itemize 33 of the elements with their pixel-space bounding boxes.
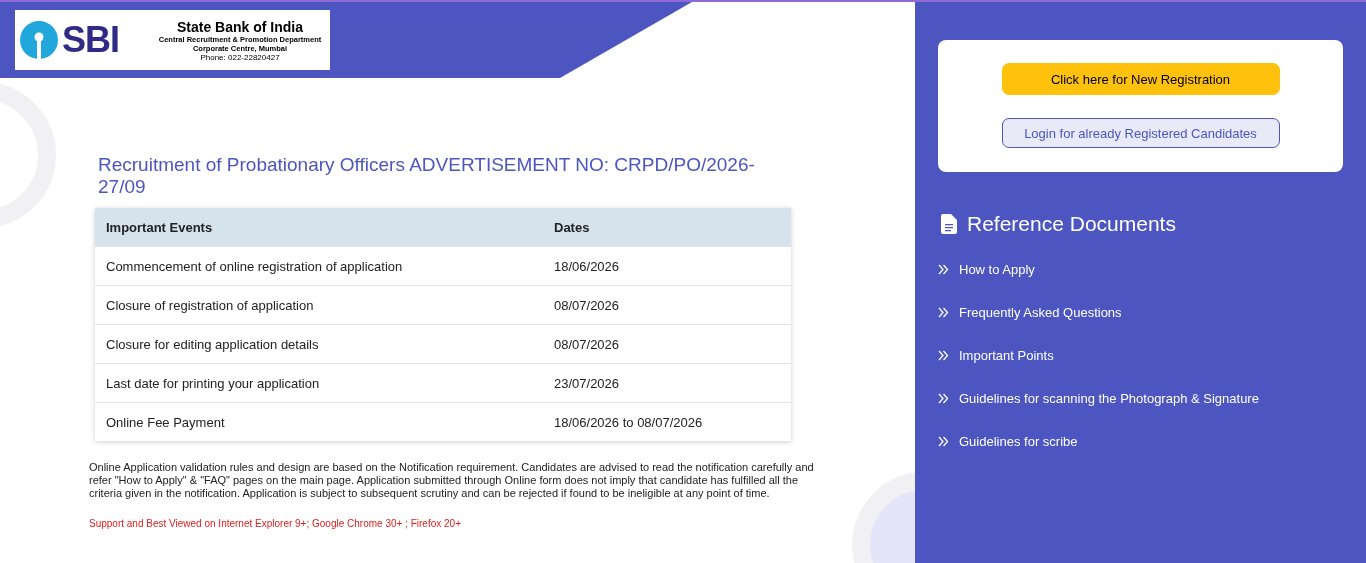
- logo-text: SBI: [62, 20, 119, 60]
- column-header: Important Events: [95, 208, 543, 247]
- document-icon: [941, 214, 957, 234]
- table-cell: Closure of registration of application: [95, 285, 543, 325]
- registration-button[interactable]: Click here for New Registration: [1001, 63, 1280, 95]
- document-link[interactable]: Guidelines for scanning the Photograph & Signature: [959, 391, 1259, 406]
- table-cell: Closure for editing application details: [95, 324, 543, 364]
- table-cell: 18/06/2026 to 08/07/2026: [543, 402, 791, 441]
- document-link[interactable]: Frequently Asked Questions: [959, 305, 1122, 320]
- double-chevron-icon: [938, 264, 949, 275]
- keyhole-logo-icon: [19, 20, 59, 60]
- table-cell: 08/07/2026: [543, 324, 791, 364]
- double-chevron-icon: [938, 350, 949, 361]
- login-button[interactable]: Login for already Registered Candidates: [1001, 118, 1280, 148]
- column-header: Dates: [543, 208, 791, 247]
- section-heading: Reference Documents: [967, 212, 1176, 236]
- table-cell: Commencement of online registration of application: [95, 246, 543, 286]
- table-cell: 08/07/2026: [543, 285, 791, 325]
- double-chevron-icon: [938, 307, 949, 318]
- document-link[interactable]: How to Apply: [959, 262, 1035, 277]
- bank-name: State Bank of India: [177, 18, 303, 35]
- notice-paragraph: Online Application validation rules and design are based on the Notification requirement. Candidates are advised to read the notification carefully and refer "How to Apply" & "FAQ" pages on the main page. Application submitted through Online form does not imply that candidate has fulfilled all the criteria given in the notification. Application is subject to subsequent scrutiny and can be rejected if found to be ineligible at any point of time.: [89, 461, 815, 500]
- table-cell: Online Fee Payment: [95, 402, 543, 441]
- table-cell: Last date for printing your application: [95, 363, 543, 403]
- phone-text: Phone: 022-22820427: [200, 52, 280, 62]
- table-cell: 18/06/2026: [543, 246, 791, 286]
- browser-support-note: Support and Best Viewed on Internet Explorer 9+; Google Chrome 30+ ; Firefox 20+: [89, 518, 462, 529]
- table-cell: 23/07/2026: [543, 363, 791, 403]
- double-chevron-icon: [938, 436, 949, 447]
- document-link[interactable]: Guidelines for scribe: [959, 434, 1078, 449]
- page-title: Recruitment of Probationary Officers ADVERTISEMENT NO: CRPD/PO/2026-27/09: [98, 154, 756, 198]
- document-link[interactable]: Important Points: [959, 348, 1054, 363]
- double-chevron-icon: [938, 393, 949, 404]
